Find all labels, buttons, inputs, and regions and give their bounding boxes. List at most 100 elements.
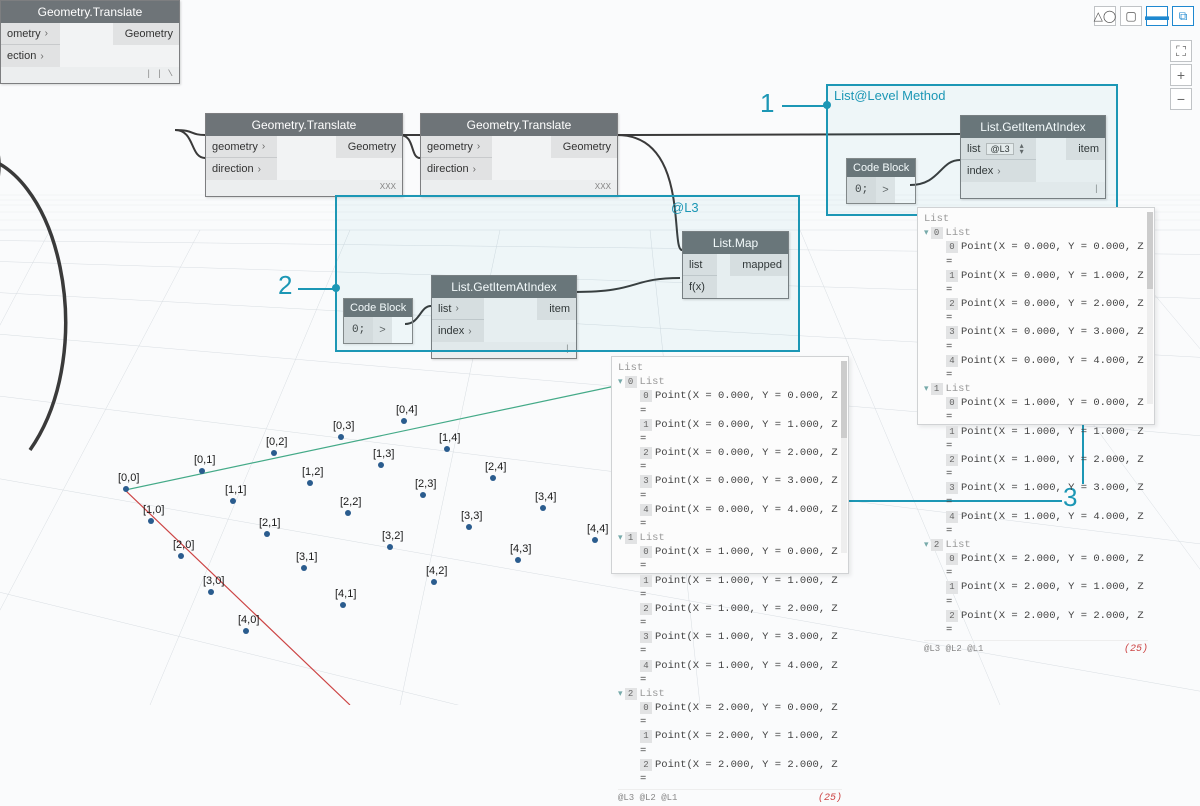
grid-point-label: [2,1] xyxy=(259,517,280,529)
node-list-map[interactable]: List.Map list f(x) mapped xyxy=(682,231,789,299)
grid-point-dot[interactable] xyxy=(490,475,496,481)
port-geometry[interactable]: ometry› xyxy=(1,23,60,45)
port-list[interactable]: list› xyxy=(432,298,484,320)
chevron-icon: › xyxy=(997,166,1000,177)
port-list[interactable]: list xyxy=(683,254,717,276)
code-text[interactable]: 0; xyxy=(847,177,876,203)
preview-row: 2Point(X = 1.000, Y = 2.000, Z = xyxy=(924,453,1148,481)
grid-point-dot[interactable] xyxy=(378,462,384,468)
preview-row: 4Point(X = 1.000, Y = 4.000, Z = xyxy=(618,659,842,687)
preview-row: 1Point(X = 2.000, Y = 1.000, Z = xyxy=(924,580,1148,608)
port-fx[interactable]: f(x) xyxy=(683,276,717,298)
grid-point-dot[interactable] xyxy=(301,565,307,571)
grid-point-label: [3,2] xyxy=(382,530,403,542)
grid-point-dot[interactable] xyxy=(307,480,313,486)
node-code-block-1[interactable]: Code Block 0; > xyxy=(846,158,916,204)
node-geometry-translate-3[interactable]: Geometry.Translate geometry› direction› … xyxy=(420,113,618,197)
preview-row: 1Point(X = 2.000, Y = 1.000, Z = xyxy=(618,729,842,757)
preview-row: 1Point(X = 0.000, Y = 1.000, Z = xyxy=(618,418,842,446)
grid-point-dot[interactable] xyxy=(271,450,277,456)
port-out-geometry[interactable]: Geometry xyxy=(551,136,617,158)
preview-row: 2Point(X = 1.000, Y = 2.000, Z = xyxy=(618,602,842,630)
node-view-button[interactable]: ▬▬ xyxy=(1146,6,1168,26)
port-list[interactable]: list@L3▴▾ xyxy=(961,138,1036,160)
grid-point-label: [4,3] xyxy=(510,543,531,555)
grid-point-dot[interactable] xyxy=(338,434,344,440)
grid-point-label: [4,4] xyxy=(587,523,608,535)
scrollbar[interactable] xyxy=(1147,212,1153,404)
grid-point-dot[interactable] xyxy=(431,579,437,585)
node-title: List.GetItemAtIndex xyxy=(432,276,576,298)
code-text[interactable]: 0; xyxy=(344,317,373,343)
port-out-item[interactable]: item xyxy=(537,298,576,320)
grid-point-label: [3,3] xyxy=(461,510,482,522)
tri-icon[interactable]: ▾ xyxy=(618,377,623,387)
port-index[interactable]: index› xyxy=(961,160,1036,182)
grid-point-dot[interactable] xyxy=(340,602,346,608)
grid-point-dot[interactable] xyxy=(178,553,184,559)
port-geometry[interactable]: geometry› xyxy=(206,136,277,158)
port-out-geometry[interactable]: Geometry xyxy=(336,136,402,158)
grid-point-dot[interactable] xyxy=(387,544,393,550)
port-out-item[interactable]: item xyxy=(1066,138,1105,160)
port-out[interactable]: > xyxy=(373,317,391,343)
grid-point-dot[interactable] xyxy=(420,492,426,498)
node-geometry-translate-1[interactable]: Geometry.Translate ometry› ection› Geome… xyxy=(0,0,180,84)
tri-icon[interactable]: ▾ xyxy=(618,689,623,699)
grid-point-dot[interactable] xyxy=(148,518,154,524)
level-badge[interactable]: @L3 xyxy=(986,143,1013,155)
grid-point-label: [1,4] xyxy=(439,432,460,444)
node-list-getitematindex-2[interactable]: List.GetItemAtIndex list› index› item | xyxy=(431,275,577,359)
grid-point-dot[interactable] xyxy=(345,510,351,516)
fit-view-button[interactable]: ⛶ xyxy=(1170,40,1192,62)
grid-point-dot[interactable] xyxy=(123,486,129,492)
annotation-leader-2 xyxy=(298,288,335,290)
node-title: Geometry.Translate xyxy=(1,1,179,23)
node-code-block-2[interactable]: Code Block 0; > xyxy=(343,298,413,344)
zoom-in-button[interactable]: + xyxy=(1170,64,1192,86)
grid-point-dot[interactable] xyxy=(199,468,205,474)
node-geometry-translate-2[interactable]: Geometry.Translate geometry› direction› … xyxy=(205,113,403,197)
grid-point-dot[interactable] xyxy=(466,524,472,530)
geometry-view-button[interactable]: △◯ xyxy=(1094,6,1116,26)
grid-point-dot[interactable] xyxy=(540,505,546,511)
port-index[interactable]: index› xyxy=(432,320,484,342)
grid-point-label: [0,2] xyxy=(266,436,287,448)
grid-point-dot[interactable] xyxy=(401,418,407,424)
grid-point-dot[interactable] xyxy=(444,446,450,452)
stepper-icon[interactable]: ▴▾ xyxy=(1020,143,1024,155)
node-list-getitematindex-1[interactable]: List.GetItemAtIndex list@L3▴▾ index› ite… xyxy=(960,115,1106,199)
annotation-label-1: List@Level Method xyxy=(834,88,945,103)
port-out-mapped[interactable]: mapped xyxy=(730,254,788,276)
box-view-button[interactable]: ▢ xyxy=(1120,6,1142,26)
tri-icon[interactable]: ▾ xyxy=(924,228,929,238)
tri-icon[interactable]: ▾ xyxy=(618,533,623,543)
port-out[interactable]: > xyxy=(876,177,894,203)
port-direction[interactable]: direction› xyxy=(206,158,277,180)
grid-point-dot[interactable] xyxy=(264,531,270,537)
grid-point-dot[interactable] xyxy=(592,537,598,543)
grid-point-dot[interactable] xyxy=(515,557,521,563)
grid-point-label: [0,3] xyxy=(333,420,354,432)
scrollbar[interactable] xyxy=(841,361,847,553)
output-preview-2[interactable]: List ▾0List 0Point(X = 0.000, Y = 0.000,… xyxy=(611,356,849,574)
grid-point-label: [2,3] xyxy=(415,478,436,490)
port-geometry[interactable]: geometry› xyxy=(421,136,492,158)
output-preview-1[interactable]: List ▾0List 0Point(X = 0.000, Y = 0.000,… xyxy=(917,207,1155,425)
port-direction[interactable]: ection› xyxy=(1,45,60,67)
preview-row: 3Point(X = 0.000, Y = 3.000, Z = xyxy=(618,474,842,502)
grid-point-label: [3,4] xyxy=(535,491,556,503)
grid-point-dot[interactable] xyxy=(208,589,214,595)
preview-row: 0Point(X = 1.000, Y = 0.000, Z = xyxy=(924,396,1148,424)
grid-point-label: [1,0] xyxy=(143,504,164,516)
grid-point-dot[interactable] xyxy=(243,628,249,634)
zoom-out-button[interactable]: − xyxy=(1170,88,1192,110)
grid-point-dot[interactable] xyxy=(230,498,236,504)
link-view-button[interactable]: ⧉ xyxy=(1172,6,1194,26)
tri-icon[interactable]: ▾ xyxy=(924,384,929,394)
port-direction[interactable]: direction› xyxy=(421,158,492,180)
port-out-geometry[interactable]: Geometry xyxy=(113,23,179,45)
tri-icon[interactable]: ▾ xyxy=(924,540,929,550)
node-title: Code Block xyxy=(847,159,915,177)
chevron-icon: › xyxy=(262,141,265,152)
